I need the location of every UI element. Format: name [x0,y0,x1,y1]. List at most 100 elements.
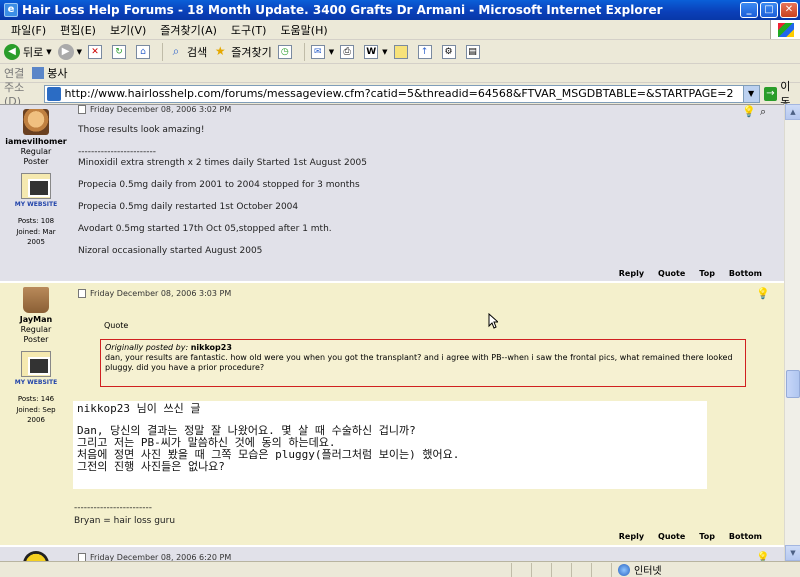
status-cell [532,562,552,577]
avatar[interactable] [23,551,49,561]
user-joined: Joined: Mar [16,228,56,236]
home-button[interactable]: ⌂ [136,42,154,62]
user-joined: 2006 [27,416,45,424]
top-link[interactable]: Top [699,532,715,541]
lightbulb-icon[interactable]: 💡 [756,287,770,301]
reply-link[interactable]: Reply [619,532,644,541]
zone-label: 인터넷 [634,566,662,577]
page-content[interactable]: iamevilhomer Regular Poster MY WEBSITE P… [0,104,784,561]
signature-separator: ------------------------ [78,147,156,157]
bottom-link[interactable]: Bottom [729,269,762,278]
user-panel: iamevilhomer Regular Poster MY WEBSITE P… [0,105,72,281]
menu-edit[interactable]: 편집(E) [53,22,103,38]
address-url[interactable]: http://www.hairlosshelp.com/forums/messa… [64,87,742,100]
stop-button[interactable]: ✕ [88,42,106,62]
username[interactable]: iamevilhomer [0,137,72,147]
scrollbar-thumb[interactable] [786,370,800,398]
maximize-button[interactable]: □ [760,2,778,18]
quote-header: Originally posted by: nikkop23 [105,343,741,353]
post-line: Minoxidil extra strength x 2 times daily… [78,158,367,168]
star-icon: ★ [214,43,226,58]
back-button[interactable]: ◀ 뒤로 ▼ [4,42,52,62]
post-date: Friday December 08, 2006 3:02 PM [90,105,232,114]
post-line: Those results look amazing! [78,125,205,135]
website-link[interactable]: MY WEBSITE [0,378,72,388]
scroll-up-icon[interactable]: ▲ [785,104,800,120]
mail-button[interactable]: ✉ ▼ [310,42,334,62]
vertical-scrollbar[interactable]: ▲ ▼ [784,104,800,561]
forum-post: iamevilhomer Regular Poster MY WEBSITE P… [0,105,784,282]
post-line: Avodart 0.5mg started 17th Oct 05,stoppe… [78,224,332,234]
quote-box: Originally posted by: nikkop23 dan, your… [100,339,746,387]
note-icon [393,44,408,59]
website-icon[interactable] [21,173,51,199]
back-arrow-icon: ◀ [4,43,20,60]
scroll-down-icon[interactable]: ▼ [785,545,800,561]
edit-button[interactable]: W ▼ [364,42,388,62]
lightbulb-icon[interactable]: 💡 [742,105,756,119]
post-icon [78,553,86,561]
forum-post: Friday December 08, 2006 6:20 PM 💡 [0,547,784,561]
stop-icon: ✕ [88,44,103,59]
post-icon [78,289,86,298]
history-icon: ◷ [277,44,292,59]
quote-author: nikkop23 [190,343,232,352]
post-icon [78,105,86,114]
menu-tools[interactable]: 도구(T) [224,22,274,38]
quote-link[interactable]: Quote [658,532,685,541]
security-zone[interactable]: 인터넷 [618,562,662,577]
top-link[interactable]: Top [699,269,715,278]
globe-icon [618,563,630,576]
post-date: Friday December 08, 2006 3:03 PM [90,289,232,298]
user-joined: 2005 [27,238,45,246]
discuss-button[interactable] [393,42,412,62]
menu-file[interactable]: 파일(F) [4,22,53,38]
title-bar[interactable]: e Hair Loss Help Forums - 18 Month Updat… [0,0,800,20]
user-rank: Poster [23,157,49,166]
avatar[interactable] [23,287,49,313]
quote-link[interactable]: Quote [658,269,685,278]
translation-line: 그전의 진행 사진들은 없나요? [77,460,225,473]
address-input[interactable]: http://www.hairlosshelp.com/forums/messa… [44,84,760,103]
research-button[interactable]: ▤ [465,42,484,62]
menu-bar: 파일(F) 편집(E) 보기(V) 즐겨찾기(A) 도구(T) 도움말(H) [0,20,800,40]
menu-help[interactable]: 도움말(H) [273,22,334,38]
website-icon[interactable] [21,351,51,377]
quote-label: Quote [104,321,129,330]
messenger-button[interactable]: ↑ [417,42,436,62]
search-icon: ⌕ [172,43,180,58]
ie-icon: e [4,3,18,17]
avatar[interactable] [23,109,49,135]
status-bar: 인터넷 [0,561,800,577]
link-page-icon [32,67,45,79]
search-user-icon[interactable]: ⌕ [760,105,772,119]
user-panel: JayMan Regular Poster MY WEBSITE Posts: … [0,283,72,545]
refresh-button[interactable]: ↻ [112,42,130,62]
username[interactable]: JayMan [0,315,72,325]
links-bar: 연결 봉사 [0,64,800,83]
print-button[interactable]: ⎙ [340,42,358,62]
search-label: 검색 [187,45,208,59]
post-header: Friday December 08, 2006 3:03 PM [78,289,231,298]
close-button[interactable]: ✕ [780,2,798,18]
menu-favorites[interactable]: 즐겨찾기(A) [153,22,224,38]
post-actions: Reply Quote Top Bottom [619,269,762,278]
favorites-button[interactable]: ★ 즐겨찾기 [213,42,272,62]
tools-button[interactable]: ⚙ [441,42,460,62]
bottom-link[interactable]: Bottom [729,532,762,541]
lightbulb-icon[interactable]: 💡 [756,551,770,561]
favorites-label: 즐겨찾기 [231,45,272,59]
quote-text: dan, your results are fantastic. how old… [105,353,733,372]
status-text [0,562,512,577]
signature: Bryan = hair loss guru [74,516,176,526]
address-dropdown-icon[interactable]: ▼ [742,85,759,102]
post-line: Nizoral occasionally started August 2005 [78,246,263,256]
history-button[interactable]: ◷ [277,42,296,62]
website-link[interactable]: MY WEBSITE [0,200,72,210]
home-icon: ⌂ [136,44,151,59]
menu-view[interactable]: 보기(V) [103,22,153,38]
minimize-button[interactable]: _ [740,2,758,18]
reply-link[interactable]: Reply [619,269,644,278]
search-button[interactable]: ⌕ 검색 [169,42,208,62]
forward-button[interactable]: ▶ ▼ [57,42,82,62]
